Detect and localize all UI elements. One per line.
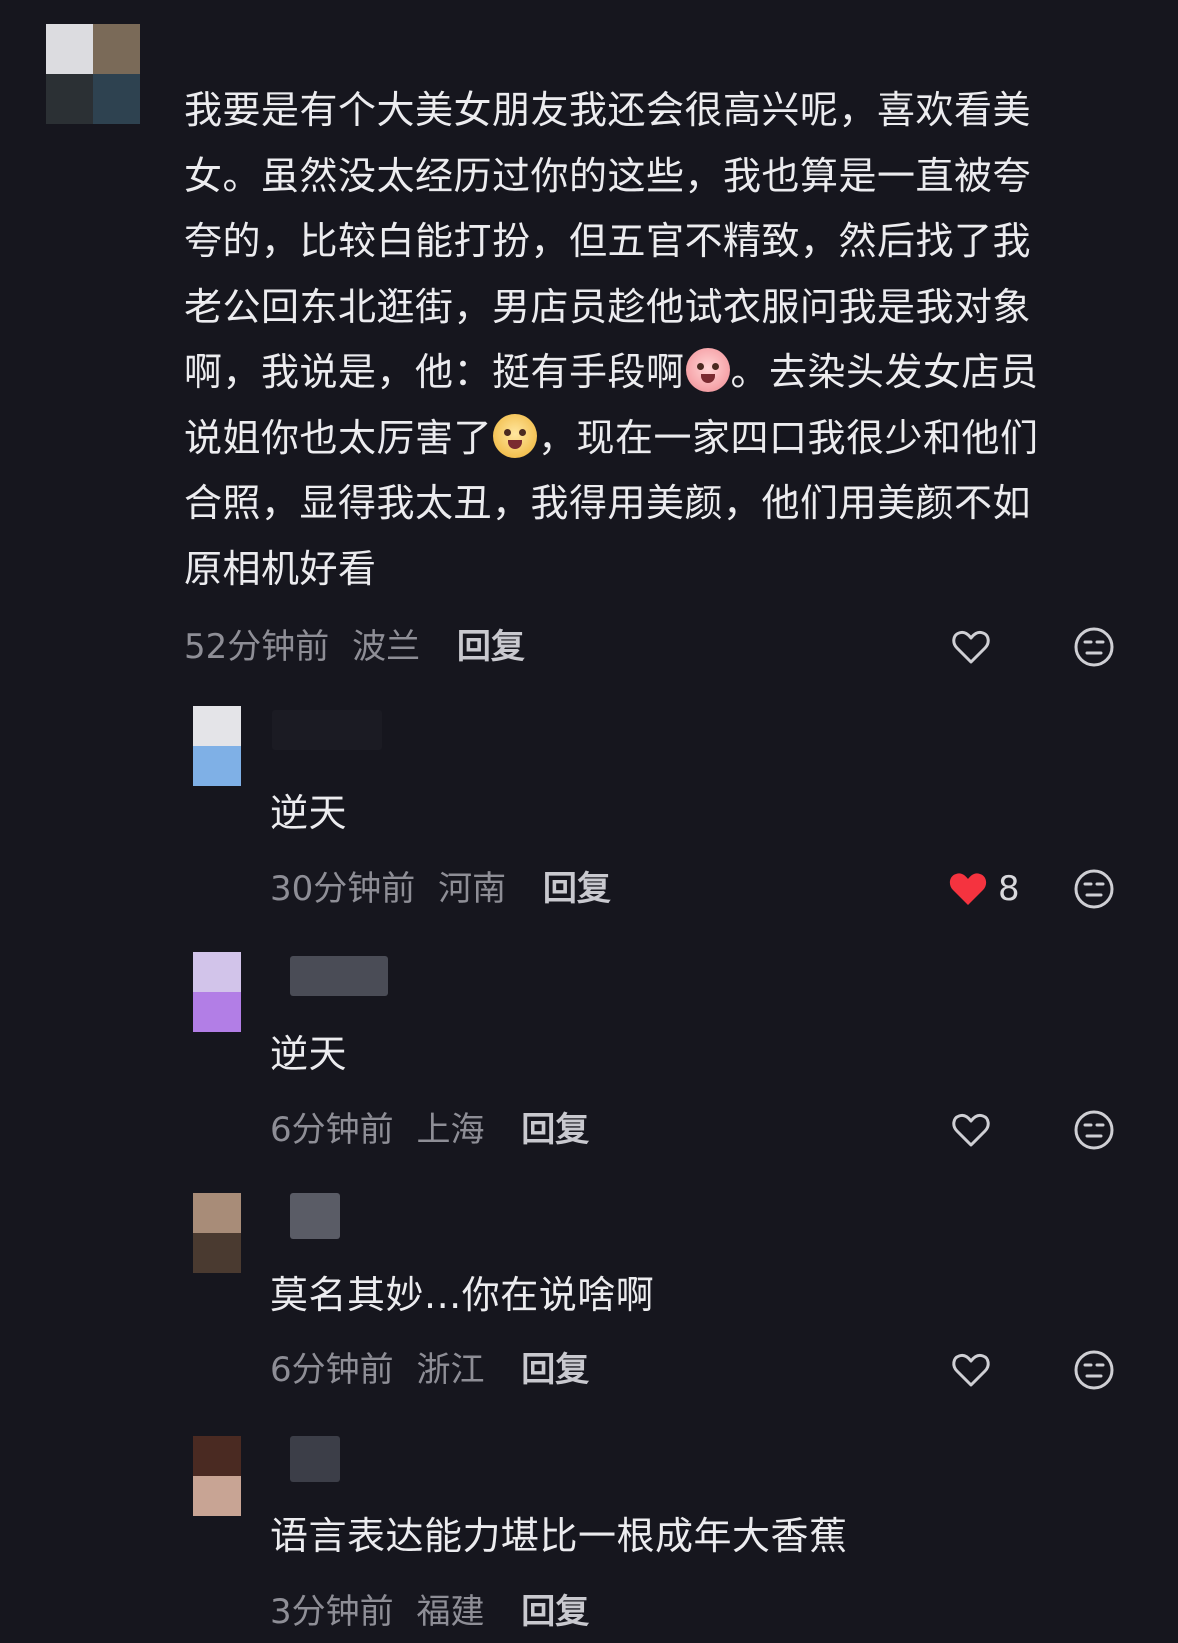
meh-face-icon[interactable] <box>1072 1348 1116 1392</box>
text-line: 老公回东北逛街，男店员趁他试衣服问我是我对象 <box>184 284 1032 329</box>
avatar[interactable] <box>193 1193 241 1273</box>
timestamp: 3分钟前 <box>270 1592 394 1632</box>
timestamp: 6分钟前 <box>270 1110 394 1150</box>
location: 河南 <box>438 869 507 909</box>
avatar-pixel <box>193 1193 241 1233</box>
text-line: 夸的，比较白能打扮，但五官不精致，然后找了我 <box>184 219 1032 263</box>
comment-text: 我要是有个大美女朋友我还会很高兴呢，喜欢看美 女。虽然没太经历过你的这些，我也算… <box>184 78 1124 602</box>
timestamp: 6分钟前 <box>270 1350 394 1390</box>
dog-face-emoji <box>493 413 538 458</box>
comment-meta: 6分钟前 上海 回复 <box>270 1110 589 1150</box>
reply-button[interactable]: 回复 <box>457 627 525 667</box>
avatar-pixel <box>193 1233 241 1273</box>
text-line: 说姐你也太厉害了 ，现在一家四口我很少和他们 <box>184 406 1124 472</box>
username[interactable] <box>290 956 388 996</box>
avatar-pixel <box>193 1476 241 1516</box>
location: 上海 <box>416 1110 485 1150</box>
avatar-pixel <box>193 746 241 786</box>
avatar-pixel <box>193 952 241 992</box>
avatar[interactable] <box>46 24 140 124</box>
comment-meta: 30分钟前 河南 回复 <box>270 869 611 909</box>
avatar-pixel <box>193 706 241 746</box>
comment-text: 逆天 <box>270 791 348 835</box>
avatar-pixel <box>193 992 241 1032</box>
comment-text: 逆天 <box>270 1032 348 1076</box>
avatar[interactable] <box>193 706 241 786</box>
text-line: 女。虽然没太经历过你的这些，我也算是一直被夸 <box>184 153 1032 198</box>
location: 浙江 <box>416 1350 485 1390</box>
reply-button[interactable]: 回复 <box>521 1592 589 1632</box>
heart-outline-icon[interactable] <box>949 1108 993 1152</box>
username[interactable] <box>272 710 382 750</box>
heart-filled-icon[interactable] <box>946 867 990 911</box>
text-segment: 。去染头发女店员 <box>730 350 1039 394</box>
heart-outline-icon[interactable] <box>949 1348 993 1392</box>
reply-button[interactable]: 回复 <box>521 1350 589 1390</box>
text-line: 原相机好看 <box>184 546 377 591</box>
text-segment: ，现在一家四口我很少和他们 <box>538 415 1039 460</box>
text-segment: 说姐你也太厉害了 <box>184 415 493 460</box>
meh-face-icon[interactable] <box>1072 625 1116 669</box>
timestamp: 52分钟前 <box>184 627 330 667</box>
heart-outline-icon[interactable] <box>949 625 993 669</box>
avatar-pixel <box>93 24 140 74</box>
comment-meta: 3分钟前 福建 回复 <box>270 1592 589 1632</box>
text-segment: 啊，我说是，他：挺有手段啊 <box>184 350 685 394</box>
reply-button[interactable]: 回复 <box>521 1110 589 1150</box>
text-line: 啊，我说是，他：挺有手段啊 。去染头发女店员 <box>184 340 1124 406</box>
location: 福建 <box>416 1592 485 1632</box>
meh-face-icon[interactable] <box>1072 1108 1116 1152</box>
text-line: 合照，显得我太丑，我得用美颜，他们用美颜不如 <box>184 481 1032 525</box>
reply-button[interactable]: 回复 <box>543 869 611 909</box>
username[interactable] <box>290 1193 340 1239</box>
comment-text: 莫名其妙...你在说啥啊 <box>270 1273 655 1317</box>
avatar[interactable] <box>193 1436 241 1516</box>
comment-text: 语言表达能力堪比一根成年大香蕉 <box>270 1514 848 1558</box>
crying-face-emoji <box>685 348 730 392</box>
timestamp: 30分钟前 <box>270 869 416 909</box>
text-line: 我要是有个大美女朋友我还会很高兴呢，喜欢看美 <box>184 88 1032 132</box>
username[interactable] <box>290 1436 340 1482</box>
comment-meta: 6分钟前 浙江 回复 <box>270 1350 589 1390</box>
location: 波兰 <box>352 627 421 667</box>
avatar-pixel <box>46 24 93 74</box>
avatar-pixel <box>46 74 93 124</box>
like-count: 8 <box>998 869 1020 909</box>
avatar-pixel <box>193 1436 241 1476</box>
avatar-pixel <box>93 74 140 124</box>
avatar[interactable] <box>193 952 241 1032</box>
comment-meta: 52分钟前 波兰 回复 <box>184 627 525 667</box>
meh-face-icon[interactable] <box>1072 867 1116 911</box>
